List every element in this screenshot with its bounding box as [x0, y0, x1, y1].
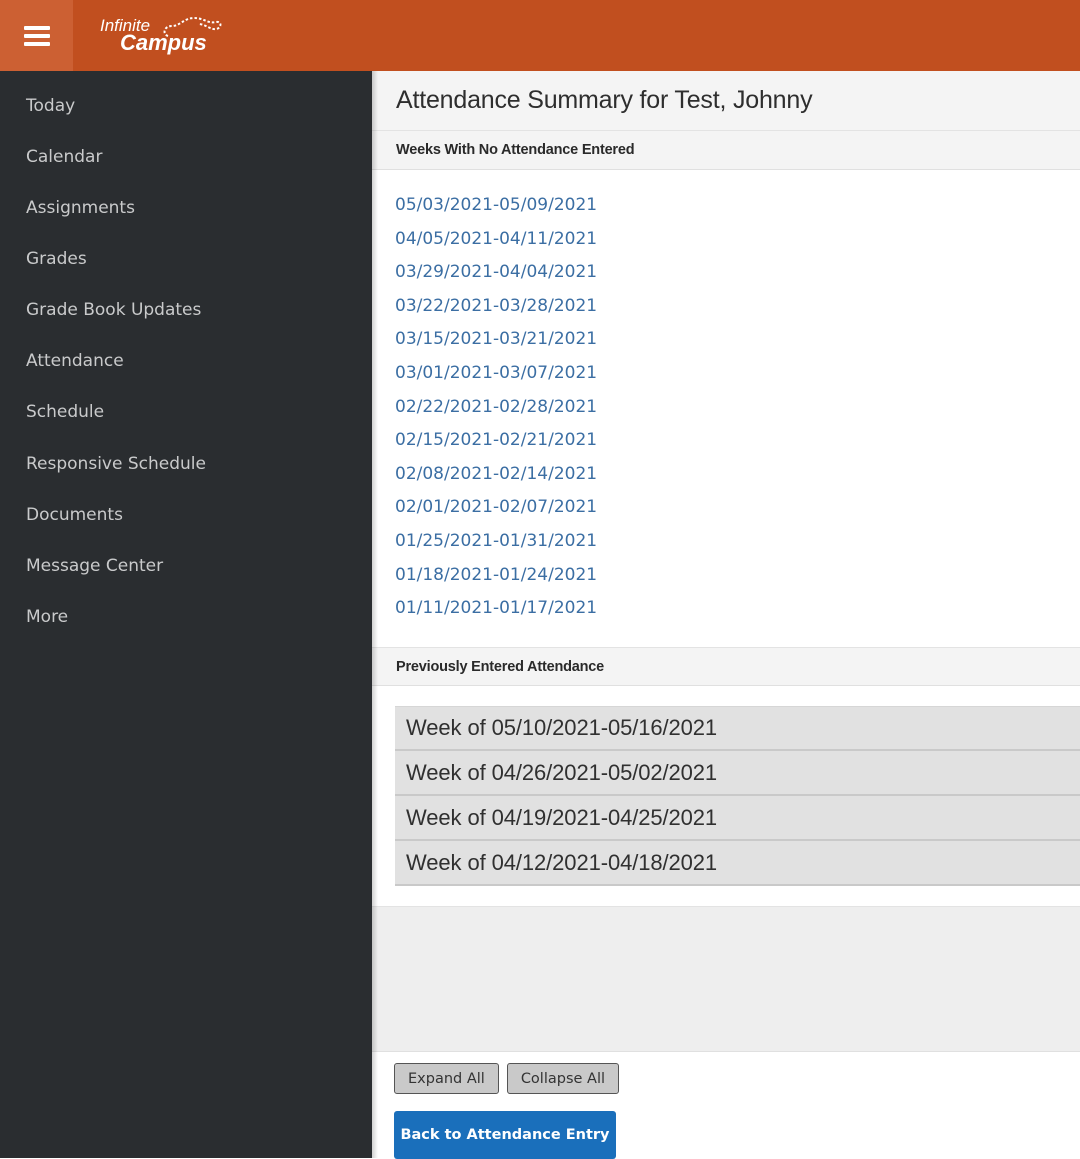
- sidebar-item-attendance[interactable]: Attendance: [0, 336, 372, 387]
- previous-week-item[interactable]: Week of 04/12/2021-04/18/2021: [395, 841, 1080, 886]
- page-header: Attendance Summary for Test, Johnny: [372, 71, 1080, 131]
- week-link[interactable]: 02/01/2021-02/07/2021: [395, 495, 1080, 529]
- top-bar: Infinite Campus: [0, 0, 1080, 71]
- previous-attendance-list: Week of 05/10/2021-05/16/2021 Week of 04…: [372, 686, 1080, 907]
- sidebar-nav: Today Calendar Assignments Grades Grade …: [0, 71, 372, 1158]
- week-link[interactable]: 01/25/2021-01/31/2021: [395, 529, 1080, 563]
- collapse-all-button[interactable]: Collapse All: [506, 1063, 620, 1094]
- week-link[interactable]: 04/05/2021-04/11/2021: [395, 227, 1080, 261]
- section-header-no-attendance: Weeks With No Attendance Entered: [372, 131, 1080, 170]
- logo-swirl-icon: [163, 16, 222, 37]
- sidebar-item-grade-book-updates[interactable]: Grade Book Updates: [0, 285, 372, 336]
- week-link[interactable]: 02/15/2021-02/21/2021: [395, 428, 1080, 462]
- sidebar-item-assignments[interactable]: Assignments: [0, 183, 372, 234]
- back-to-attendance-entry-button[interactable]: Back to Attendance Entry: [394, 1111, 616, 1159]
- expand-collapse-buttons: Expand All Collapse All: [372, 1052, 1080, 1094]
- previous-week-item[interactable]: Week of 04/19/2021-04/25/2021: [395, 796, 1080, 841]
- previous-week-item[interactable]: Week of 04/26/2021-05/02/2021: [395, 751, 1080, 796]
- page-title: Attendance Summary for Test, Johnny: [396, 86, 813, 114]
- no-attendance-week-list: 05/03/2021-05/09/2021 04/05/2021-04/11/2…: [372, 170, 1080, 647]
- previous-week-item[interactable]: Week of 05/10/2021-05/16/2021: [395, 706, 1080, 751]
- week-link[interactable]: 01/18/2021-01/24/2021: [395, 563, 1080, 597]
- sidebar-item-calendar[interactable]: Calendar: [0, 132, 372, 183]
- week-link[interactable]: 03/29/2021-04/04/2021: [395, 260, 1080, 294]
- expand-all-button[interactable]: Expand All: [394, 1063, 499, 1094]
- hamburger-menu-icon: [23, 25, 50, 46]
- sidebar-item-schedule[interactable]: Schedule: [0, 387, 372, 438]
- infinite-campus-logo[interactable]: Infinite Campus: [100, 0, 222, 71]
- week-link[interactable]: 03/22/2021-03/28/2021: [395, 294, 1080, 328]
- empty-panel: [372, 907, 1080, 1052]
- week-link[interactable]: 02/08/2021-02/14/2021: [395, 462, 1080, 496]
- week-link[interactable]: 03/01/2021-03/07/2021: [395, 361, 1080, 395]
- week-link[interactable]: 03/15/2021-03/21/2021: [395, 327, 1080, 361]
- week-link[interactable]: 05/03/2021-05/09/2021: [395, 193, 1080, 227]
- sidebar-item-responsive-schedule[interactable]: Responsive Schedule: [0, 439, 372, 490]
- sidebar-item-documents[interactable]: Documents: [0, 490, 372, 541]
- sidebar-item-message-center[interactable]: Message Center: [0, 541, 372, 592]
- sidebar-item-grades[interactable]: Grades: [0, 234, 372, 285]
- section-header-previous-attendance: Previously Entered Attendance: [372, 647, 1080, 686]
- main-content: Attendance Summary for Test, Johnny Week…: [372, 71, 1080, 1159]
- sidebar-item-more[interactable]: More: [0, 592, 372, 643]
- week-link[interactable]: 01/11/2021-01/17/2021: [395, 596, 1080, 630]
- menu-button[interactable]: [0, 0, 73, 71]
- sidebar-item-today[interactable]: Today: [0, 71, 372, 132]
- week-link[interactable]: 02/22/2021-02/28/2021: [395, 395, 1080, 429]
